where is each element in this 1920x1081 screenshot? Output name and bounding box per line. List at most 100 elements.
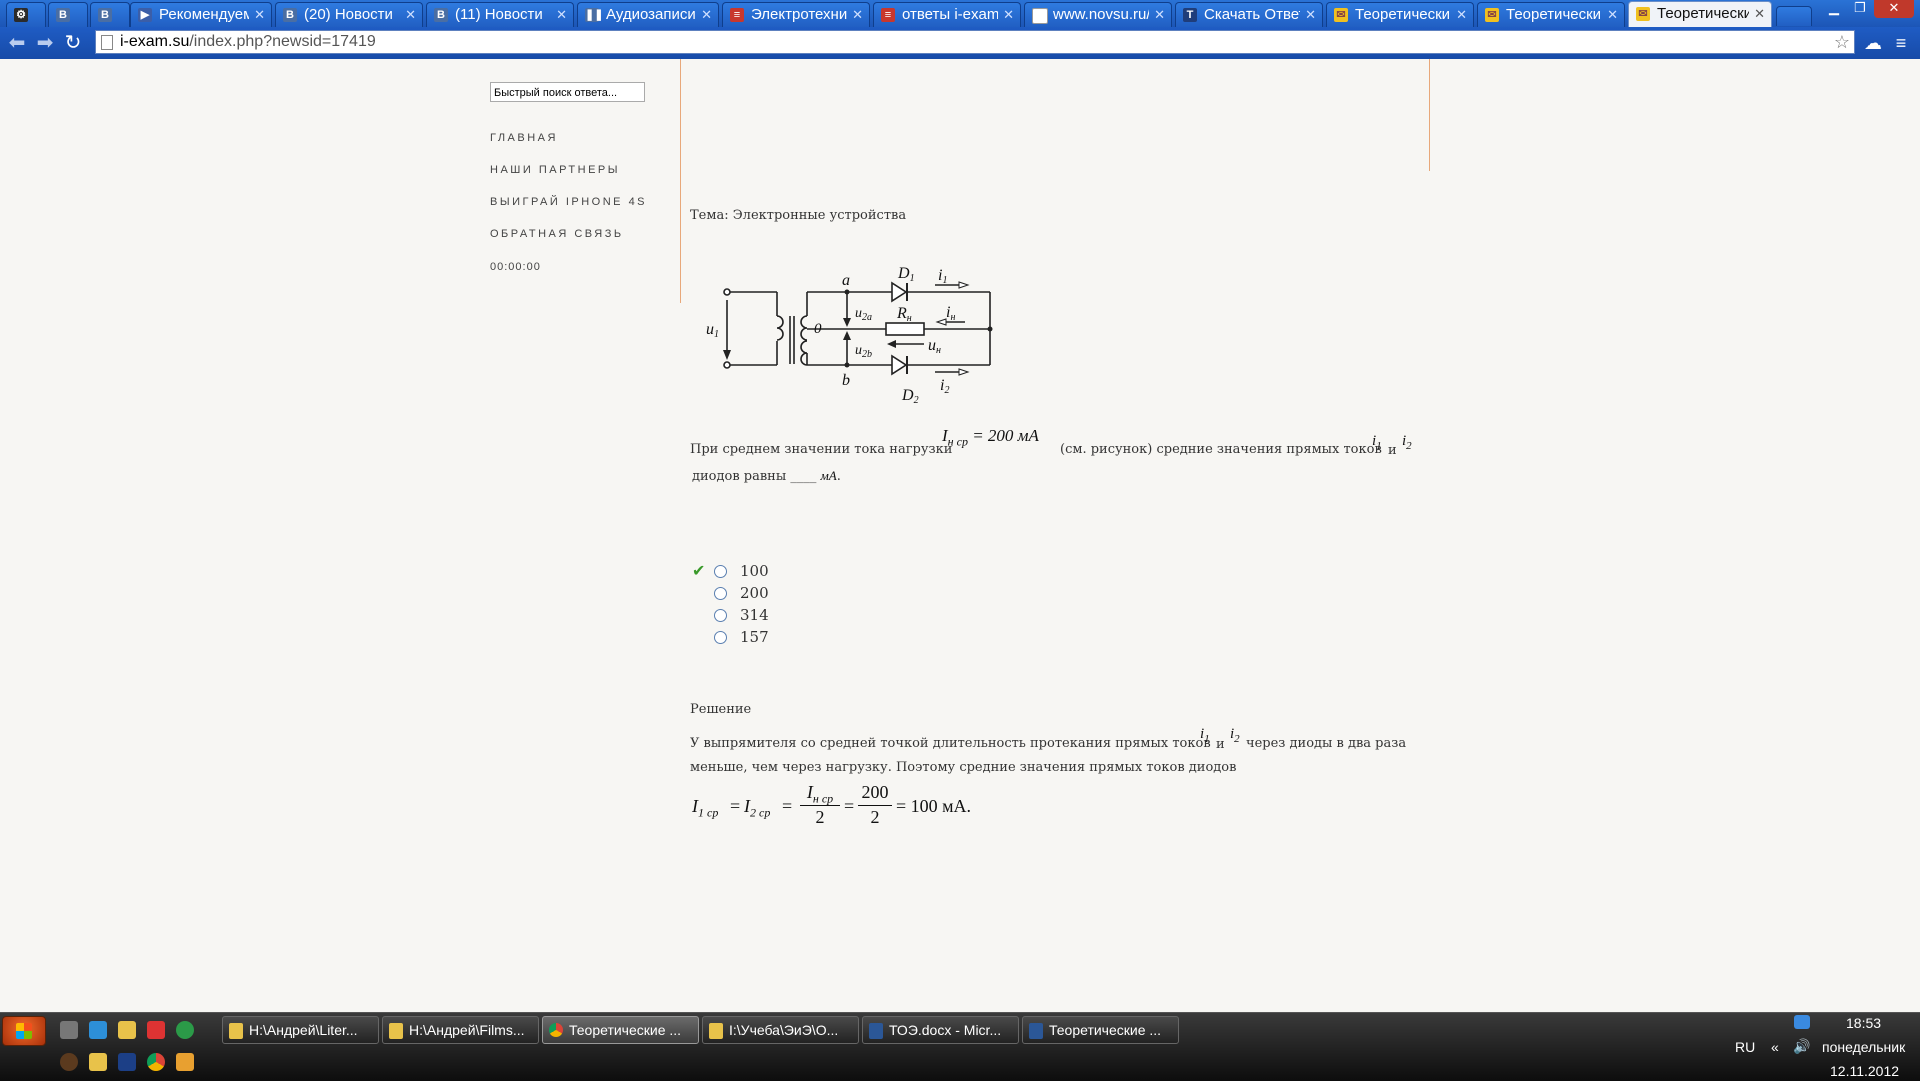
clock-day: понедельник <box>1822 1039 1906 1055</box>
close-icon[interactable]: ✕ <box>1003 3 1014 27</box>
minimize-icon[interactable]: ▁ <box>1822 0 1846 18</box>
tab-8[interactable]: ≡ ответы i-exam ✕ <box>873 2 1021 27</box>
close-icon[interactable]: ✕ <box>254 3 265 27</box>
tab-label: Теоретически <box>1355 6 1451 23</box>
tab-9[interactable]: www.novsu.ru/ ✕ <box>1024 2 1172 27</box>
topic-heading: Тема: Электронные устройства <box>690 208 907 223</box>
taskbar-item-6[interactable]: Теоретические ... <box>1022 1016 1179 1044</box>
timer: 00:00:00 <box>490 261 541 273</box>
taskbar-item-4[interactable]: I:\Учеба\ЭиЭ\О... <box>702 1016 859 1044</box>
taskbar-item-2[interactable]: H:\Андрей\Films... <box>382 1016 539 1044</box>
tab-12[interactable]: ✉ Теоретически ✕ <box>1477 2 1625 27</box>
tab-7[interactable]: ≡ Электротехни ✕ <box>722 2 870 27</box>
tray-expand-icon[interactable]: « <box>1771 1039 1779 1055</box>
address-bar[interactable]: i-exam.su/index.php?newsid=17419 ☆ <box>95 30 1855 54</box>
close-icon[interactable]: ✕ <box>1305 3 1316 27</box>
taskbar-item-label: Теоретические ... <box>569 1022 682 1038</box>
close-icon[interactable]: ✕ <box>1154 3 1165 27</box>
pdf-icon[interactable] <box>147 1021 165 1039</box>
folder-icon[interactable] <box>118 1021 136 1039</box>
answer-label-1: 100 <box>740 562 769 580</box>
menu-item-home[interactable]: ГЛАВНАЯ <box>490 132 558 144</box>
chrome-icon[interactable] <box>147 1053 165 1071</box>
question-formula: Iн ср = 200 мА <box>942 426 1039 449</box>
taskbar-item-5[interactable]: ТОЭ.docx - Micr... <box>862 1016 1019 1044</box>
app-icon[interactable] <box>176 1053 194 1071</box>
close-icon[interactable]: ✕ <box>556 3 567 27</box>
tab-6[interactable]: ❚❚ Аудиозаписи ✕ <box>577 2 719 27</box>
reload-icon[interactable]: ↻ <box>62 32 84 54</box>
question-text-3: диодов равны ____ мА. <box>692 468 841 484</box>
taskbar-item-label: H:\Андрей\Films... <box>409 1022 525 1038</box>
solution-text-3: меньше, чем через нагрузку. Поэтому сред… <box>690 760 1237 775</box>
forward-icon[interactable]: ➡ <box>34 32 56 54</box>
tab-label: Теоретически <box>1657 5 1749 22</box>
tab-1[interactable]: В <box>48 2 88 27</box>
taskbar-item-label: H:\Андрей\Liter... <box>249 1022 358 1038</box>
taskbar: H:\Андрей\Liter... H:\Андрей\Films... Те… <box>0 1012 1920 1081</box>
language-indicator[interactable]: RU <box>1735 1039 1755 1055</box>
close-icon[interactable]: ✕ <box>1456 3 1467 27</box>
tab-label: ответы i-exam <box>902 6 998 23</box>
tab-0[interactable]: ⚙ <box>6 2 46 27</box>
mail-icon: ✉ <box>1636 7 1650 21</box>
folder-icon[interactable] <box>89 1053 107 1071</box>
utorrent-icon[interactable] <box>176 1021 194 1039</box>
new-tab-button[interactable] <box>1776 6 1812 26</box>
network-icon[interactable] <box>1794 1015 1810 1029</box>
tab-5[interactable]: В (11) Новости ✕ <box>426 2 574 27</box>
close-icon[interactable]: ✕ <box>1754 2 1765 26</box>
quick-search-input[interactable]: Быстрый поиск ответа... <box>490 82 645 102</box>
close-window-icon[interactable]: ✕ <box>1874 0 1914 18</box>
answer-radio-2[interactable] <box>714 587 727 600</box>
taskbar-item-3[interactable]: Теоретические ... <box>542 1016 699 1044</box>
gear-icon: ⚙ <box>14 8 28 22</box>
back-icon[interactable]: ⬅ <box>6 32 28 54</box>
extension-icon[interactable]: ☁ <box>1862 32 1884 54</box>
menu-item-feedback[interactable]: ОБРАТНАЯ СВЯЗЬ <box>490 228 624 240</box>
close-icon[interactable]: ✕ <box>1607 3 1618 27</box>
D2-label: D2 <box>901 387 919 406</box>
bookmark-star-icon[interactable]: ☆ <box>1834 31 1850 53</box>
computer-icon[interactable] <box>60 1021 78 1039</box>
i1-symbol: i1 <box>1372 433 1382 452</box>
restore-icon[interactable]: ❐ <box>1848 0 1872 18</box>
skype-icon[interactable] <box>89 1021 107 1039</box>
premiere-icon[interactable] <box>118 1053 136 1071</box>
start-button[interactable] <box>2 1016 46 1046</box>
clock-time[interactable]: 18:53 <box>1846 1015 1881 1031</box>
answer-radio-3[interactable] <box>714 609 727 622</box>
solution-text-1: У выпрямителя со средней точкой длительн… <box>690 736 1211 751</box>
taskbar-item-label: Теоретические ... <box>1049 1022 1162 1038</box>
menu-item-partners[interactable]: НАШИ ПАРТНЕРЫ <box>490 164 620 176</box>
tab-10[interactable]: T Скачать Ответ ✕ <box>1175 2 1323 27</box>
close-icon[interactable]: ✕ <box>852 3 863 27</box>
i1-label: i1 <box>938 267 947 286</box>
volume-icon[interactable]: 🔊 <box>1793 1038 1810 1055</box>
folder-icon <box>389 1023 403 1039</box>
D1-label: D1 <box>897 265 915 284</box>
tab-11[interactable]: ✉ Теоретически ✕ <box>1326 2 1474 27</box>
Rn-label: Rн <box>896 305 912 324</box>
tab-label: www.novsu.ru/ <box>1053 6 1149 23</box>
menu-item-iphone[interactable]: ВЫИГРАЙ IPHONE 4S <box>490 196 647 208</box>
tab-2[interactable]: В <box>90 2 130 27</box>
taskbar-item-1[interactable]: H:\Андрей\Liter... <box>222 1016 379 1044</box>
solution-heading: Решение <box>690 702 752 717</box>
answer-radio-1[interactable] <box>714 565 727 578</box>
u1-label: u1 <box>706 321 719 340</box>
answer-radio-4[interactable] <box>714 631 727 644</box>
un-label: uн <box>928 337 941 356</box>
close-icon[interactable]: ✕ <box>405 3 416 27</box>
tab-4[interactable]: В (20) Новости ✕ <box>275 2 423 27</box>
pause-icon: ❚❚ <box>585 8 604 22</box>
tab-label: (11) Новости <box>455 6 543 23</box>
page-content: Быстрый поиск ответа... ГЛАВНАЯ НАШИ ПАР… <box>0 59 1920 1012</box>
tab-13-active[interactable]: ✉ Теоретически ✕ <box>1628 1 1772 27</box>
vk-icon: В <box>283 8 297 22</box>
close-icon[interactable]: ✕ <box>701 3 712 27</box>
app-icon[interactable] <box>60 1053 78 1071</box>
menu-icon[interactable]: ≡ <box>1890 32 1912 54</box>
tab-3[interactable]: ▶ Рекомендуемые ✕ <box>130 2 272 27</box>
i2-symbol: i2 <box>1402 433 1412 452</box>
